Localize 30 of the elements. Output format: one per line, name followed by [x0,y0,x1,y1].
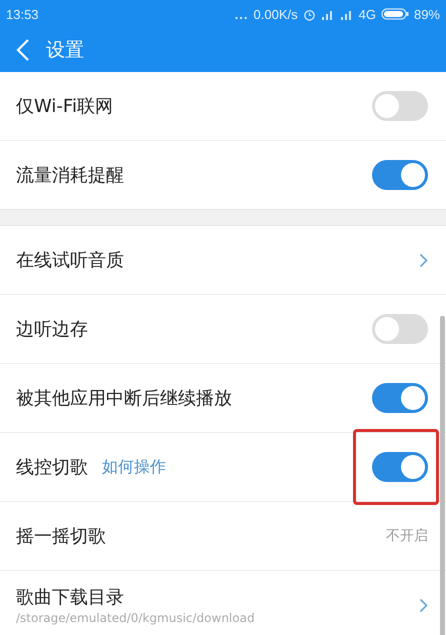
setting-label: 边听边存 [16,318,88,341]
setting-label: 被其他应用中断后继续播放 [16,387,232,410]
setting-label: 流量消耗提醒 [16,164,124,187]
setting-value: 不开启 [386,527,428,545]
folder-path: /storage/emulated/0/kgmusic/download [16,611,255,625]
setting-label: 线控切歌 [16,456,88,479]
network-type: 4G [358,6,376,22]
battery-level: 89% [414,6,440,22]
setting-label: 歌曲下载目录 [16,586,125,609]
toggle-switch[interactable] [372,452,428,482]
chevron-right-icon[interactable] [419,598,428,612]
network-speed: 0.00K/s [254,6,298,22]
setting-label: 摇一摇切歌 [16,525,106,548]
toggle-switch[interactable] [372,160,428,190]
signal-icon [340,8,354,20]
toggle-switch[interactable] [372,91,428,121]
battery-icon [380,8,409,20]
toggle-switch[interactable] [372,314,428,344]
scrollbar[interactable] [440,316,445,635]
signal-icon [320,8,335,20]
setting-label: 在线试听音质 [16,249,124,272]
back-icon[interactable] [16,38,30,62]
chevron-right-icon[interactable] [419,252,428,268]
toggle-switch[interactable] [372,383,428,413]
clock: 13:53 [6,6,39,22]
more-dots: ... [234,6,249,22]
how-to-link[interactable]: 如何操作 [102,456,166,478]
alarm-clock-icon [302,8,316,20]
page-title: 设置 [46,38,84,63]
setting-label: 仅Wi-Fi联网 [16,95,113,118]
